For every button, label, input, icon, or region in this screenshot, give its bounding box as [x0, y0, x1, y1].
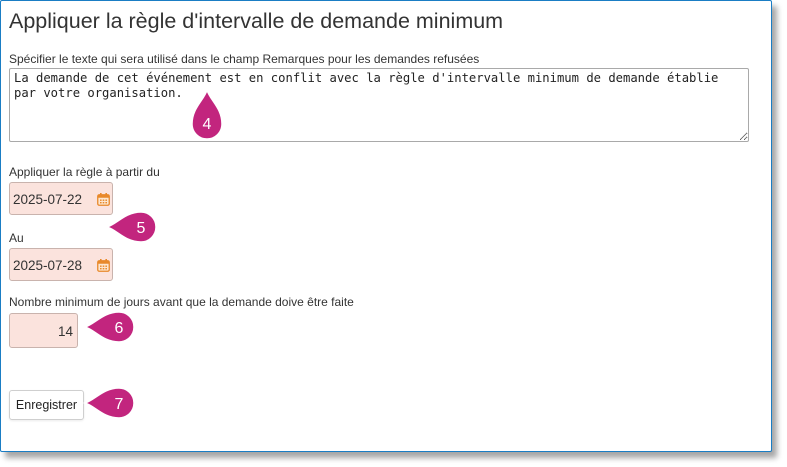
- min-days-value: 14: [57, 324, 73, 339]
- calendar-icon[interactable]: [97, 193, 110, 206]
- remarks-label: Spécifier le texte qui sera utilisé dans…: [9, 52, 480, 66]
- start-date-field[interactable]: 2025-07-22: [9, 182, 113, 215]
- callout-marker: 4: [191, 88, 223, 140]
- callout-marker: 7: [82, 387, 135, 419]
- callout-number: 5: [137, 220, 146, 237]
- min-days-input[interactable]: 14: [9, 313, 78, 348]
- save-button[interactable]: Enregistrer: [9, 390, 84, 420]
- min-days-label: Nombre minimum de jours avant que la dem…: [9, 295, 354, 309]
- calendar-icon[interactable]: [97, 259, 110, 272]
- callout-marker: 5: [104, 211, 157, 243]
- end-date-value: 2025-07-28: [13, 258, 83, 273]
- callout-number: 7: [115, 396, 124, 413]
- end-date-label: Au: [9, 231, 24, 245]
- page-title: Appliquer la règle d'intervalle de deman…: [9, 9, 504, 33]
- callout-marker: 6: [82, 311, 135, 343]
- start-date-value: 2025-07-22: [13, 192, 83, 207]
- start-date-label: Appliquer la règle à partir du: [9, 165, 160, 179]
- end-date-field[interactable]: 2025-07-28: [9, 248, 113, 281]
- callout-number: 4: [203, 116, 212, 133]
- remarks-textarea[interactable]: La demande de cet événement est en confl…: [9, 68, 749, 142]
- callout-number: 6: [115, 320, 124, 337]
